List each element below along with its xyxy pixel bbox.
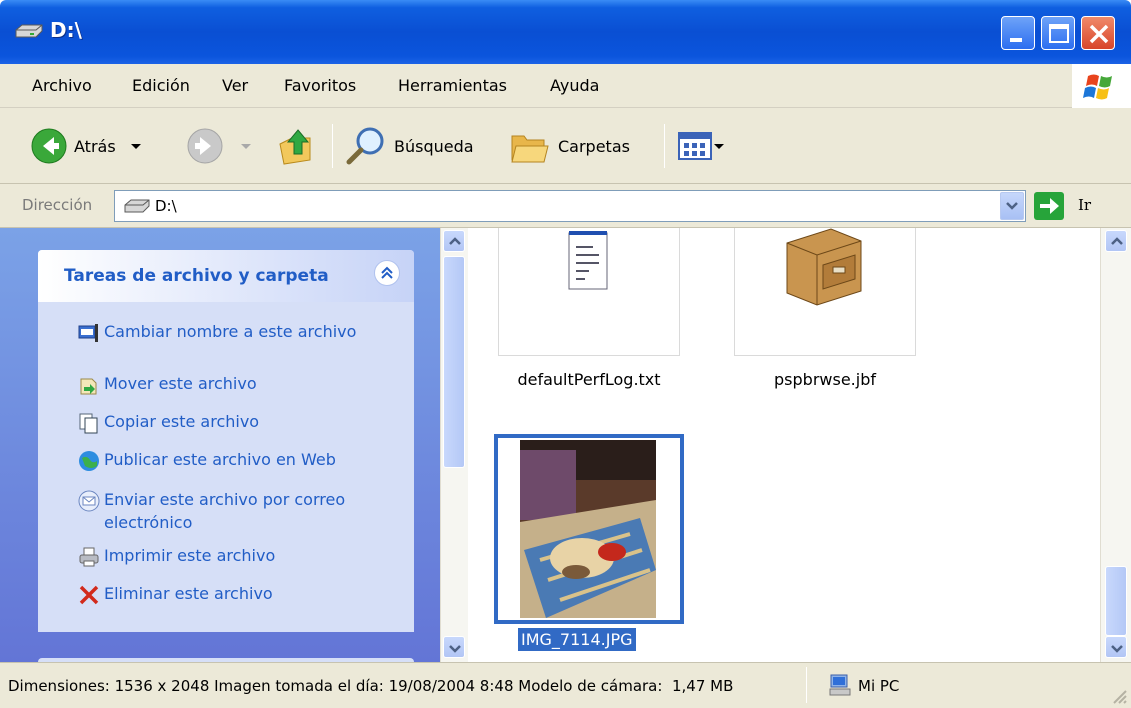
- task-panel-header[interactable]: Tareas de archivo y carpeta: [38, 250, 414, 302]
- up-folder-icon: [279, 129, 311, 165]
- views-icon: [678, 132, 712, 160]
- status-separator: [806, 667, 807, 703]
- chevron-up-icon: [449, 237, 461, 245]
- menu-ayuda[interactable]: Ayuda: [550, 76, 599, 95]
- task-rename[interactable]: Cambiar nombre a este archivo: [104, 320, 404, 343]
- file-item-thumbnail[interactable]: [498, 228, 680, 356]
- close-icon: [1089, 24, 1109, 44]
- printer-icon: [79, 547, 99, 567]
- maximize-button[interactable]: [1041, 16, 1075, 50]
- status-size: 1,47 MB: [672, 677, 734, 695]
- drive-icon: [124, 199, 150, 213]
- close-button[interactable]: [1081, 16, 1115, 50]
- rename-icon: [78, 324, 98, 342]
- file-name[interactable]: pspbrwse.jbf: [724, 370, 926, 389]
- address-bar: Dirección D:\ Ir: [0, 184, 1131, 228]
- task-pane-scrollbar[interactable]: [440, 228, 468, 662]
- menu-herramientas[interactable]: Herramientas: [398, 76, 507, 95]
- scroll-up-button[interactable]: [1105, 230, 1127, 252]
- resize-grip-icon[interactable]: [1108, 685, 1128, 705]
- back-dropdown-icon[interactable]: [126, 136, 146, 156]
- publish-web-icon: [79, 451, 99, 471]
- file-name[interactable]: defaultPerfLog.txt: [488, 370, 690, 389]
- scroll-down-button[interactable]: [443, 636, 465, 658]
- menu-bar: Archivo Edición Ver Favoritos Herramient…: [0, 64, 1131, 108]
- status-bar: Dimensiones: 1536 x 2048 Imagen tomada e…: [0, 662, 1131, 708]
- windows-flag-icon: [1083, 74, 1112, 100]
- selected-file-name[interactable]: IMG_7114.JPG: [518, 628, 636, 651]
- file-folder-tasks-panel: Tareas de archivo y carpeta Cambiar nomb…: [38, 250, 414, 632]
- search-icon: [346, 127, 384, 165]
- back-arrow-icon: [31, 128, 67, 164]
- delete-icon: [79, 585, 99, 605]
- search-button[interactable]: Búsqueda: [344, 108, 474, 184]
- move-file-icon: [80, 378, 97, 395]
- email-icon: [78, 490, 100, 512]
- folders-button[interactable]: Carpetas: [508, 108, 630, 184]
- notepad-icon: [568, 231, 608, 290]
- address-label: Dirección: [22, 196, 93, 214]
- scroll-down-button[interactable]: [1105, 636, 1127, 658]
- forward-arrow-icon: [187, 128, 223, 164]
- forward-dropdown-icon[interactable]: [236, 136, 256, 156]
- menu-archivo[interactable]: Archivo: [32, 76, 92, 95]
- photo-thumbnail-image: [520, 440, 656, 618]
- minimize-button[interactable]: [1001, 16, 1035, 50]
- drive-icon: [15, 24, 43, 38]
- menu-ver[interactable]: Ver: [222, 76, 248, 95]
- scroll-thumb[interactable]: [1105, 566, 1127, 636]
- go-label[interactable]: Ir: [1078, 196, 1091, 214]
- forward-button[interactable]: [186, 108, 256, 184]
- windows-logo: [1072, 64, 1131, 108]
- views-button[interactable]: [678, 108, 726, 184]
- toolbar-separator: [664, 124, 665, 168]
- address-dropdown-button[interactable]: [1000, 192, 1024, 220]
- file-list-scrollbar[interactable]: [1100, 228, 1131, 662]
- task-panel-title: Tareas de archivo y carpeta: [64, 266, 329, 286]
- go-button[interactable]: [1034, 192, 1064, 220]
- chevron-up-icon: [1111, 237, 1123, 245]
- status-zone: Mi PC: [858, 677, 900, 695]
- my-computer-icon: [829, 674, 851, 696]
- task-copy[interactable]: Copiar este archivo: [104, 410, 404, 433]
- scroll-up-button[interactable]: [443, 230, 465, 252]
- minimize-icon: [1010, 38, 1022, 42]
- task-publish[interactable]: Publicar este archivo en Web: [104, 448, 404, 471]
- copy-file-icon: [79, 413, 98, 434]
- toolbar: Atrás Búsqueda Carpetas: [0, 108, 1131, 184]
- chevron-up-double-icon: [381, 266, 393, 279]
- selected-file-thumbnail[interactable]: [494, 434, 684, 624]
- up-folder-button[interactable]: [274, 108, 318, 184]
- menu-favoritos[interactable]: Favoritos: [284, 76, 356, 95]
- task-print[interactable]: Imprimir este archivo: [104, 544, 404, 567]
- folders-icon: [511, 135, 549, 163]
- chevron-down-icon: [1111, 645, 1123, 653]
- views-dropdown-icon[interactable]: [712, 136, 726, 156]
- maximize-icon: [1049, 24, 1069, 43]
- toolbar-separator: [332, 124, 333, 168]
- status-details: Dimensiones: 1536 x 2048 Imagen tomada e…: [8, 677, 668, 695]
- chevron-down-icon: [449, 645, 461, 653]
- scroll-thumb[interactable]: [443, 256, 465, 468]
- title-bar[interactable]: D:\: [0, 0, 1131, 64]
- collapse-button[interactable]: [374, 260, 400, 286]
- address-value: D:\: [155, 197, 177, 215]
- task-email[interactable]: Enviar este archivo por correo electróni…: [104, 488, 404, 534]
- file-cabinet-icon: [786, 228, 862, 306]
- go-arrow-icon: [1040, 198, 1059, 214]
- window-title: D:\: [50, 18, 82, 42]
- menu-edicion[interactable]: Edición: [132, 76, 190, 95]
- file-item-thumbnail[interactable]: [734, 228, 916, 356]
- file-list: defaultPerfLog.txt pspbrwse.jbf IMG_7114…: [468, 228, 1100, 662]
- back-button[interactable]: Atrás: [30, 108, 146, 184]
- chevron-down-icon: [1006, 202, 1018, 210]
- address-input[interactable]: D:\: [114, 190, 1026, 222]
- task-pane: Tareas de archivo y carpeta Cambiar nomb…: [0, 228, 440, 662]
- task-delete[interactable]: Eliminar este archivo: [104, 582, 404, 605]
- task-move[interactable]: Mover este archivo: [104, 372, 404, 395]
